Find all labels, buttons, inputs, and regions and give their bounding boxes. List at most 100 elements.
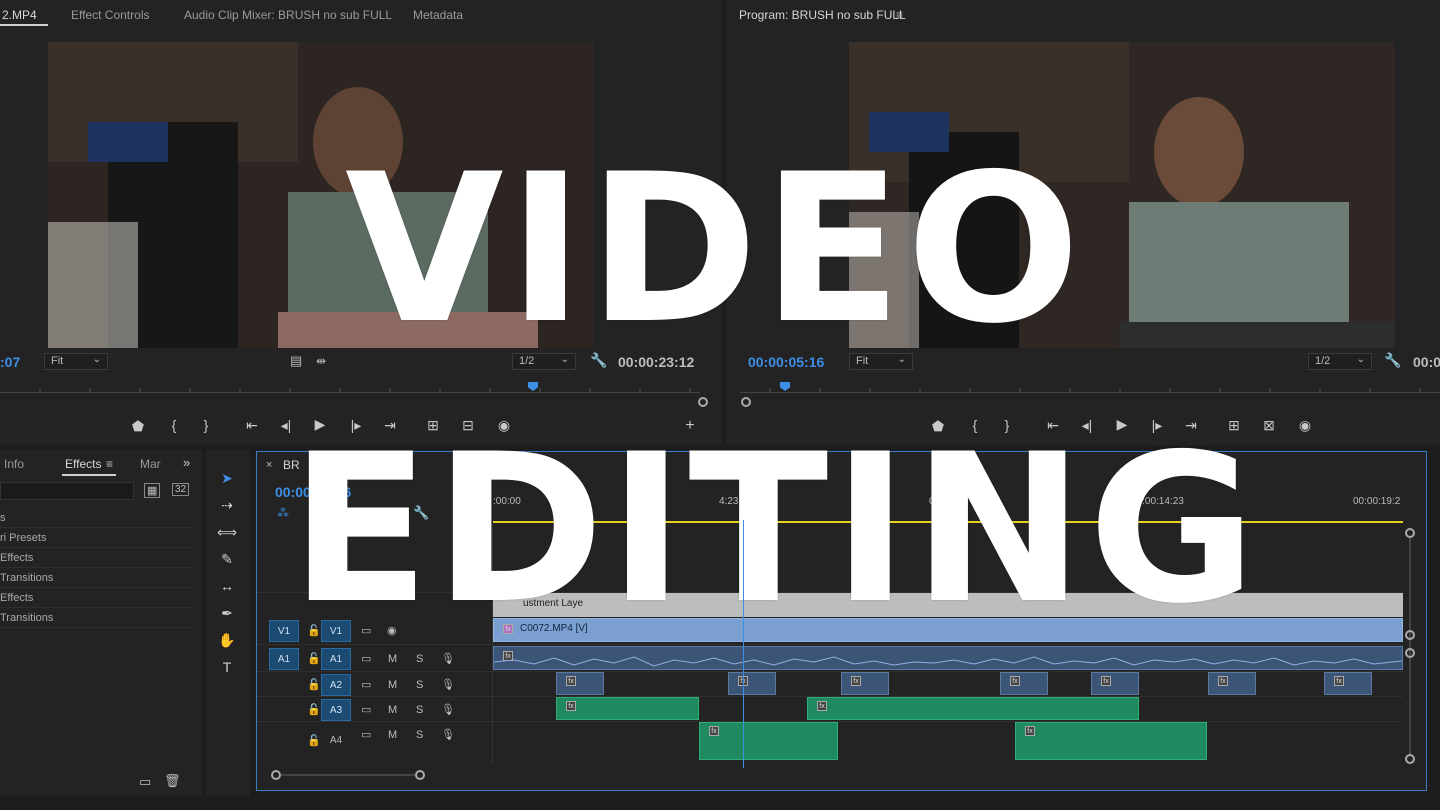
tab-metadata[interactable]: Metadata (413, 8, 463, 22)
audio-clip-a2[interactable]: fx (728, 672, 776, 695)
sync-lock-icon[interactable]: ▭ (361, 703, 371, 716)
list-item[interactable]: Effects (0, 588, 194, 608)
add-marker-icon[interactable]: ⬟ (128, 418, 148, 435)
program-monitor-title[interactable]: Program: BRUSH no sub FULL (739, 8, 906, 22)
tab-effects[interactable]: Effects (65, 457, 101, 471)
insert-clip-icon[interactable]: ▤ (290, 353, 302, 369)
audio-clip-a3[interactable]: fx (556, 697, 699, 720)
sync-lock-icon[interactable]: ▭ (361, 728, 371, 741)
export-frame-camera-icon[interactable]: ◉ (1295, 417, 1315, 434)
settings-arrows-icon[interactable]: ⇹ (316, 354, 326, 368)
mute-button[interactable]: M (388, 704, 397, 716)
scroll-handle-top[interactable] (1405, 528, 1415, 538)
extract-icon[interactable]: ⊠ (1259, 417, 1279, 434)
trash-icon[interactable]: 🗑 (164, 773, 181, 789)
audio-clip-a4[interactable]: fx (699, 722, 838, 760)
list-item[interactable]: Transitions (0, 608, 194, 628)
mark-out-icon[interactable]: } (196, 417, 216, 433)
active-tab-underline (0, 24, 48, 26)
audio-clip-a2[interactable]: fx (1208, 672, 1256, 695)
program-zoom-handle[interactable] (741, 397, 751, 407)
audio-clip-a3[interactable]: fx (807, 697, 1139, 720)
overlay-title-line1: VIDEO (345, 131, 1085, 369)
go-to-in-icon[interactable]: ⇤ (242, 417, 262, 434)
new-bin-folder-icon[interactable]: ▭ (139, 774, 151, 790)
tab-markers[interactable]: Mar (140, 457, 161, 471)
scroll-handle-mid[interactable] (1405, 630, 1415, 640)
timeline-horizontal-scrollbar[interactable] (271, 770, 425, 780)
ripple-edit-tool-icon[interactable]: ⟺ (217, 524, 237, 544)
lock-icon[interactable]: 🔓 (307, 678, 321, 691)
slip-tool-icon[interactable]: ↔ (217, 578, 237, 598)
lock-icon[interactable]: 🔓 (307, 734, 321, 747)
mute-button[interactable]: M (388, 653, 397, 665)
close-icon[interactable]: × (266, 459, 272, 471)
lock-icon[interactable]: 🔓 (307, 703, 321, 716)
timeline-vertical-scrollbar[interactable] (1405, 528, 1415, 764)
chevron-down-icon: ⌄ (1356, 354, 1365, 365)
a2-track-target[interactable]: A2 (321, 674, 351, 696)
lock-icon[interactable]: 🔓 (307, 652, 321, 665)
tab-source-clip[interactable]: 2.MP4 (2, 8, 37, 22)
razor-tool-icon[interactable]: ✎ (217, 551, 237, 571)
scroll-handle-bottom[interactable] (1405, 754, 1415, 764)
scroll-track (281, 774, 417, 776)
snap-icon[interactable]: ⁂ (277, 506, 289, 520)
source-playhead-timecode[interactable]: :07 (0, 354, 20, 370)
audio-clip-a2[interactable]: fx (1091, 672, 1139, 695)
fx-badge: fx (1010, 676, 1020, 686)
pen-tool-icon[interactable]: ✒ (217, 605, 237, 625)
fx-badge: fx (817, 701, 827, 711)
scroll-handle-right[interactable] (415, 770, 425, 780)
a1-source-patch[interactable]: A1 (269, 648, 299, 670)
fx-badge: fx (1334, 676, 1344, 686)
solo-button[interactable]: S (416, 729, 423, 741)
hamburger-icon[interactable]: ≡ (106, 457, 113, 471)
audio-clip-a4[interactable]: fx (1015, 722, 1207, 760)
a3-track-target[interactable]: A3 (321, 699, 351, 721)
accelerated-effects-icon[interactable]: ▦ (144, 483, 161, 498)
audio-clip-a2[interactable]: fx (841, 672, 889, 695)
list-item[interactable]: Transitions (0, 568, 194, 588)
source-fit-dropdown[interactable]: Fit ⌄ (44, 353, 108, 370)
sync-lock-icon[interactable]: ▭ (361, 678, 371, 691)
audio-clip-a1[interactable]: fx (493, 646, 1403, 670)
fx-badge: fx (1101, 676, 1111, 686)
effects-search-input[interactable] (0, 482, 134, 500)
tab-info[interactable]: Info (4, 457, 24, 471)
tab-effect-controls[interactable]: Effect Controls (71, 8, 149, 22)
microphone-icon[interactable]: 🎙 (441, 652, 455, 665)
track-select-tool-icon[interactable]: ⇢ (217, 497, 237, 517)
microphone-icon[interactable]: 🎙 (441, 728, 455, 741)
solo-button[interactable]: S (416, 704, 423, 716)
microphone-icon[interactable]: 🎙 (441, 678, 455, 691)
list-item[interactable]: Effects (0, 548, 194, 568)
sync-lock-icon[interactable]: ▭ (361, 652, 371, 665)
tab-audio-clip-mixer[interactable]: Audio Clip Mixer: BRUSH no sub FULL (184, 8, 392, 22)
mute-button[interactable]: M (388, 679, 397, 691)
scroll-handle-left[interactable] (271, 770, 281, 780)
active-tab-underline (62, 474, 116, 476)
selection-tool-icon[interactable]: ➤ (217, 470, 237, 490)
scroll-handle-mid2[interactable] (1405, 648, 1415, 658)
list-item[interactable]: ri Presets (0, 528, 194, 548)
32bit-effects-badge[interactable]: 32 (172, 483, 190, 496)
source-zoom-handle[interactable] (698, 397, 708, 407)
type-tool-icon[interactable]: T (217, 659, 237, 679)
chevron-double-right-icon[interactable]: » (183, 455, 190, 470)
solo-button[interactable]: S (416, 653, 423, 665)
a4-track-target[interactable]: A4 (321, 730, 351, 752)
audio-clip-a2[interactable]: fx (556, 672, 604, 695)
a1-track-target[interactable]: A1 (321, 648, 351, 670)
list-item[interactable]: s (0, 508, 194, 528)
mute-button[interactable]: M (388, 729, 397, 741)
audio-clip-a2[interactable]: fx (1324, 672, 1372, 695)
hand-tool-icon[interactable]: ✋ (217, 632, 237, 652)
microphone-icon[interactable]: 🎙 (441, 703, 455, 716)
hamburger-icon[interactable]: ≡ (896, 8, 903, 22)
mark-in-icon[interactable]: { (164, 417, 184, 433)
audio-clip-a2[interactable]: fx (1000, 672, 1048, 695)
solo-button[interactable]: S (416, 679, 423, 691)
program-resolution-dropdown[interactable]: 1/2 ⌄ (1308, 353, 1372, 370)
wrench-icon[interactable]: 🔧 (1384, 352, 1401, 369)
